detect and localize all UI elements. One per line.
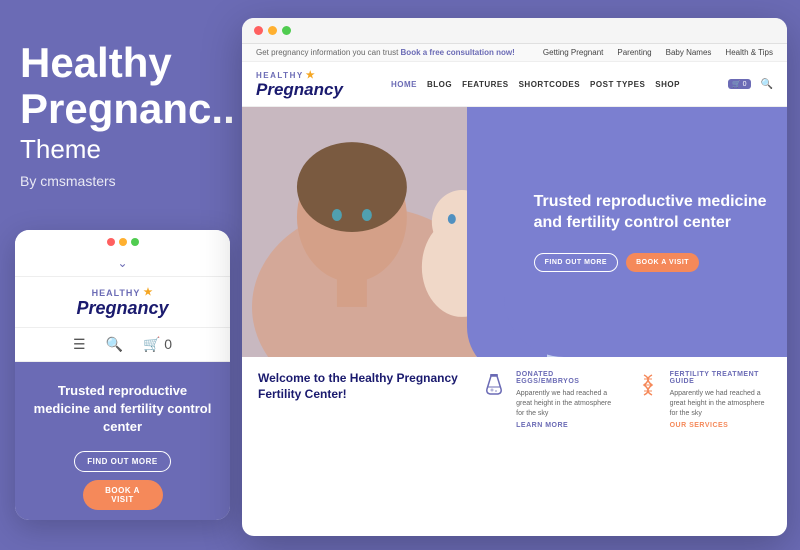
dot-green [131,238,139,246]
desktop-info-bar: Get pregnancy information you can trust … [242,44,787,62]
card2-category: FERTILITY TREATMENT GUIDE [670,371,771,385]
nav-baby-names[interactable]: Baby Names [666,48,712,57]
desktop-nav: HEALTHY ★ Pregnancy HOME BLOG FEATURES S… [242,62,787,107]
card-fertility-guide-text: FERTILITY TREATMENT GUIDE Apparently we … [670,371,771,429]
find-out-more-button[interactable]: FIND OUT MORE [534,253,619,272]
desktop-traffic-lights [254,26,291,35]
consultation-link[interactable]: Book a free consultation now! [401,48,515,57]
search-icon[interactable]: 🔍 [761,79,773,90]
card2-text: Apparently we had reached a great height… [670,389,771,418]
mobile-nav-top: ⌄ [15,250,230,277]
welcome-title: Welcome to the Healthy Pregnancy Fertili… [258,371,464,402]
desktop-top-bar [242,18,787,44]
desktop-hero: Trusted reproductive medicine and fertil… [242,107,787,357]
card-donated-eggs: DONATED EGGS/EMBRYOS Apparently we had r… [480,371,617,429]
mobile-book-button[interactable]: BOOK A VISIT [83,480,163,510]
mobile-logo-pregnancy: Pregnancy [76,298,168,319]
mobile-logo-area: HEALTHY ★ Pregnancy [15,277,230,328]
nav-health-tips[interactable]: Health & Tips [725,48,773,57]
card1-category: DONATED EGGS/EMBRYOS [516,371,617,385]
left-panel: Healthy Pregnanc.. Theme By cmsmasters [20,40,230,189]
mobile-traffic-lights [107,238,139,246]
desktop-logo: HEALTHY ★ Pregnancy [256,70,343,98]
theme-title: Healthy Pregnanc.. [20,40,230,132]
nav-shop[interactable]: SHOP [655,80,680,89]
star-icon: ★ [143,287,153,298]
info-bar-right: Getting Pregnant Parenting Baby Names He… [543,48,773,57]
desktop-bottom-section: Welcome to the Healthy Pregnancy Fertili… [242,357,787,443]
nav-getting-pregnant[interactable]: Getting Pregnant [543,48,603,57]
flask-icon [480,371,508,399]
info-bar-left: Get pregnancy information you can trust … [256,48,515,57]
card-fertility-guide: FERTILITY TREATMENT GUIDE Apparently we … [634,371,771,429]
desktop-nav-icons: 🛒 0 🔍 [728,79,773,90]
mobile-hero-text: Trusted reproductive medicine and fertil… [29,382,216,437]
dot-green [282,26,291,35]
nav-post-types[interactable]: POST TYPES [590,80,645,89]
mobile-nav-icons: ☰ 🔍 🛒 0 [15,328,230,362]
mobile-logo-healthy: HEALTHY ★ [92,287,154,298]
dot-red [254,26,263,35]
learn-more-link[interactable]: LEARN MORE [516,422,617,429]
dot-red [107,238,115,246]
desktop-nav-links: HOME BLOG FEATURES SHORTCODES POST TYPES… [391,80,680,89]
mobile-hero: Trusted reproductive medicine and fertil… [15,362,230,520]
search-icon[interactable]: 🔍 [106,336,123,353]
hero-right-panel: Trusted reproductive medicine and fertil… [504,107,787,357]
chevron-down-icon: ⌄ [117,256,127,270]
nav-features[interactable]: FEATURES [462,80,509,89]
our-services-link[interactable]: OUR SERVICES [670,422,771,429]
dna-svg [634,371,662,399]
flask-svg [480,371,508,399]
mobile-mockup: ⌄ HEALTHY ★ Pregnancy ☰ 🔍 🛒 0 Trusted re… [15,230,230,520]
nav-home[interactable]: HOME [391,80,417,89]
hero-buttons: FIND OUT MORE BOOK A VISIT [534,253,767,272]
mobile-find-out-button[interactable]: FIND OUT MORE [74,451,171,472]
nav-shortcodes[interactable]: SHORTCODES [519,80,580,89]
card-donated-eggs-text: DONATED EGGS/EMBRYOS Apparently we had r… [516,371,617,429]
logo-pregnancy-text: Pregnancy [256,81,343,98]
mobile-top-bar [15,230,230,250]
dna-icon [634,371,662,399]
by-label: By cmsmasters [20,173,230,189]
nav-blog[interactable]: BLOG [427,80,452,89]
welcome-section: Welcome to the Healthy Pregnancy Fertili… [258,371,464,429]
cart-icon[interactable]: 🛒 0 [143,336,172,353]
cart-button[interactable]: 🛒 0 [728,79,751,89]
theme-label: Theme [20,134,230,165]
desktop-mockup: Get pregnancy information you can trust … [242,18,787,536]
dot-yellow [268,26,277,35]
book-visit-button[interactable]: BOOK A VISIT [626,253,699,272]
nav-parenting[interactable]: Parenting [617,48,651,57]
dot-yellow [119,238,127,246]
card1-text: Apparently we had reached a great height… [516,389,617,418]
hero-title: Trusted reproductive medicine and fertil… [534,192,767,234]
hamburger-icon[interactable]: ☰ [73,336,86,353]
